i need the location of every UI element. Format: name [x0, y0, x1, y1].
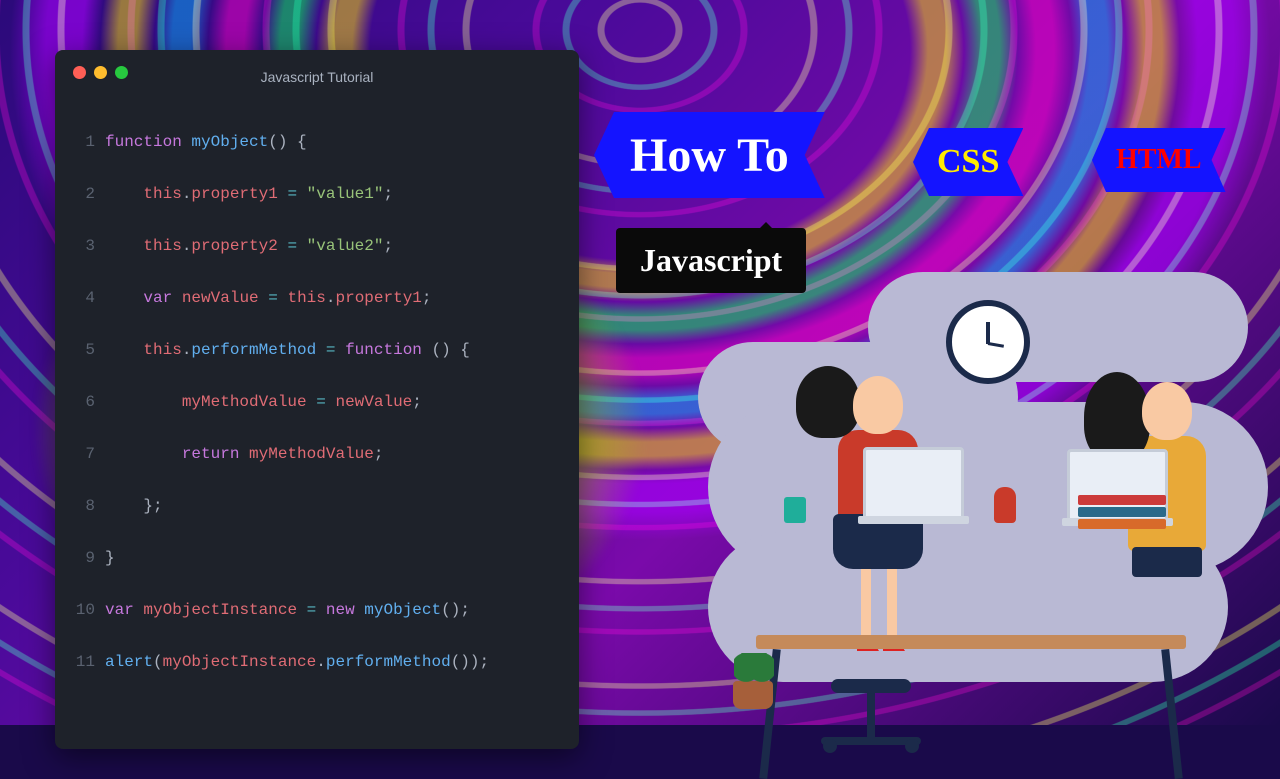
books-icon — [1078, 519, 1166, 529]
code-editor-panel: Javascript Tutorial 1function myObject()… — [55, 50, 579, 749]
plant-icon — [728, 653, 778, 709]
badge-html: HTML — [1092, 128, 1226, 192]
code-body: 1function myObject() { 2 this.property1 … — [73, 103, 561, 727]
minimize-icon — [94, 66, 107, 79]
close-icon — [73, 66, 86, 79]
desk — [756, 635, 1186, 649]
laptop-right — [1067, 449, 1168, 523]
maximize-icon — [115, 66, 128, 79]
badge-css: CSS — [913, 128, 1023, 196]
office-illustration — [668, 272, 1268, 717]
bottle-icon — [994, 487, 1016, 523]
mug-icon — [784, 497, 806, 523]
laptop-left — [863, 447, 964, 521]
panel-title: Javascript Tutorial — [73, 69, 561, 85]
office-chair — [816, 679, 926, 699]
clock-icon — [946, 300, 1030, 384]
badge-how-to: How To — [594, 112, 825, 198]
